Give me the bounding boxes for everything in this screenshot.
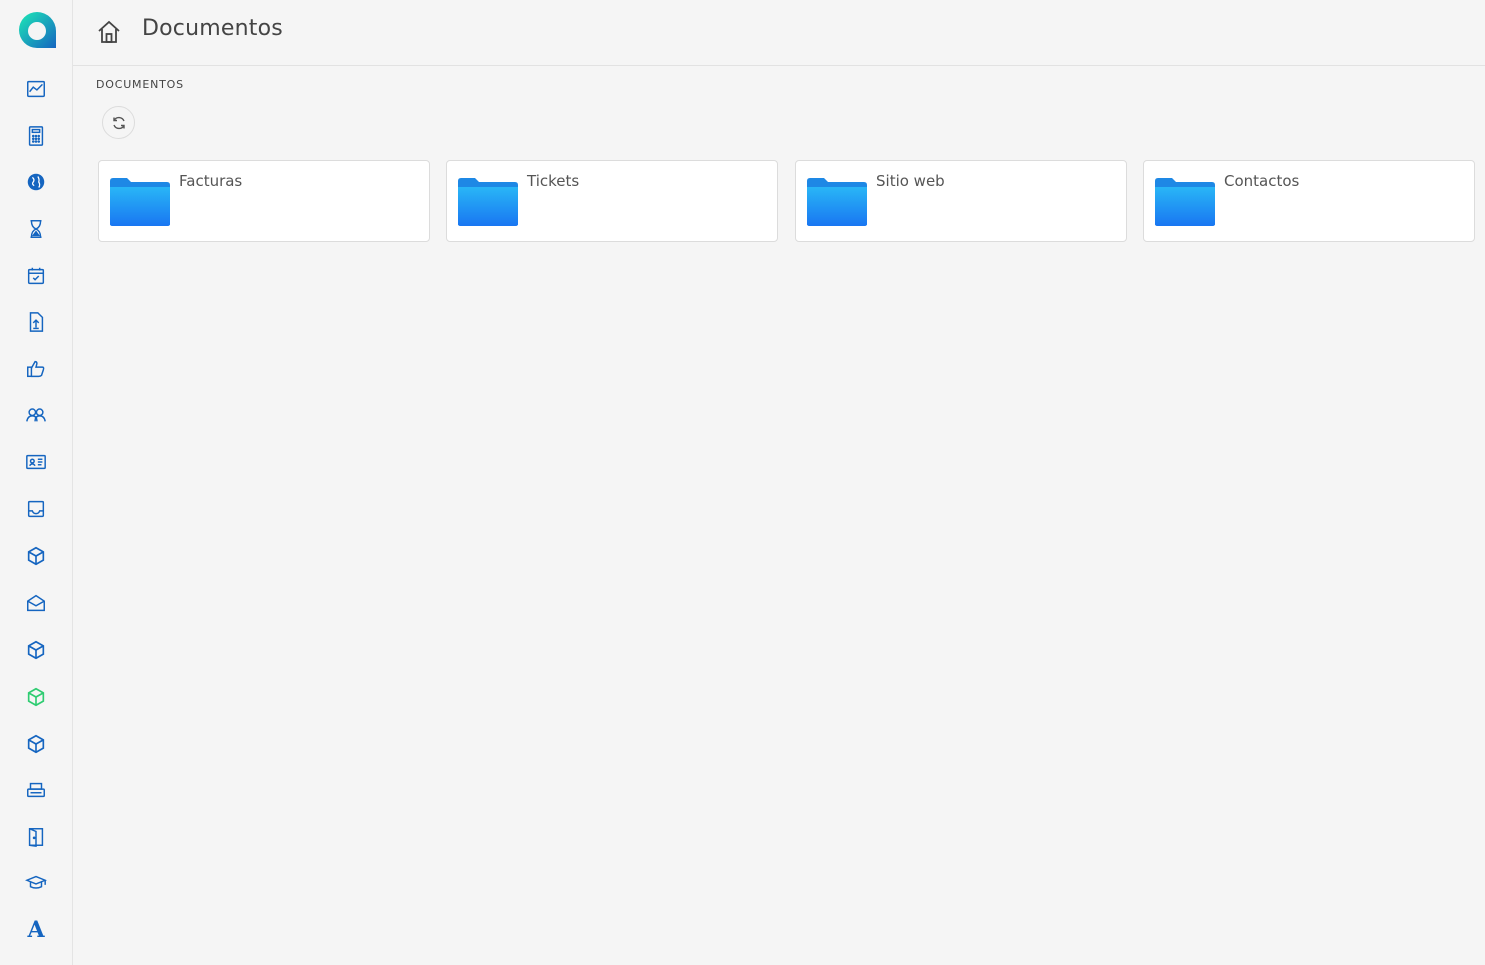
nav-graduation-cap-icon[interactable]	[22, 869, 50, 897]
refresh-button[interactable]	[102, 106, 135, 139]
folder-icon	[1155, 178, 1215, 226]
nav-door-icon[interactable]	[22, 823, 50, 851]
folder-name: Contactos	[1224, 172, 1300, 190]
nav-box-icon[interactable]	[22, 542, 50, 570]
folder-card[interactable]: Facturas	[98, 160, 430, 242]
folder-name: Sitio web	[876, 172, 945, 190]
sidebar: A	[0, 0, 73, 965]
folder-name: Tickets	[527, 172, 580, 190]
section-label: DOCUMENTOS	[96, 78, 184, 91]
top-bar: Documentos	[73, 0, 1485, 66]
nav-file-upload-icon[interactable]	[22, 308, 50, 336]
app-logo[interactable]	[16, 10, 58, 50]
nav-font-letter-icon[interactable]: A	[22, 916, 50, 944]
nav-letter-label: A	[27, 917, 45, 943]
nav-calendar-check-icon[interactable]	[22, 262, 50, 290]
nav-globe-icon[interactable]	[22, 168, 50, 196]
page-title: Documentos	[142, 16, 283, 41]
nav-dashboard-icon[interactable]	[22, 75, 50, 103]
folder-icon	[110, 178, 170, 226]
nav-calculator-icon[interactable]	[22, 122, 50, 150]
nav-printer-icon[interactable]	[22, 776, 50, 804]
nav-users-icon[interactable]	[22, 401, 50, 429]
folder-card[interactable]: Tickets	[446, 160, 778, 242]
nav-box-active-icon[interactable]	[22, 683, 50, 711]
folder-name: Facturas	[179, 172, 243, 190]
nav-envelope-open-icon[interactable]	[22, 589, 50, 617]
folder-card[interactable]: Sitio web	[795, 160, 1127, 242]
nav-id-card-icon[interactable]	[22, 448, 50, 476]
nav-box-icon[interactable]	[22, 636, 50, 664]
nav-hourglass-icon[interactable]	[22, 215, 50, 243]
nav-thumbs-up-icon[interactable]	[22, 355, 50, 383]
nav-box-icon[interactable]	[22, 730, 50, 758]
folder-icon	[458, 178, 518, 226]
folder-icon	[807, 178, 867, 226]
refresh-icon	[112, 116, 125, 129]
nav-inbox-icon[interactable]	[22, 495, 50, 523]
folder-card[interactable]: Contactos	[1143, 160, 1475, 242]
home-icon[interactable]	[95, 18, 123, 46]
